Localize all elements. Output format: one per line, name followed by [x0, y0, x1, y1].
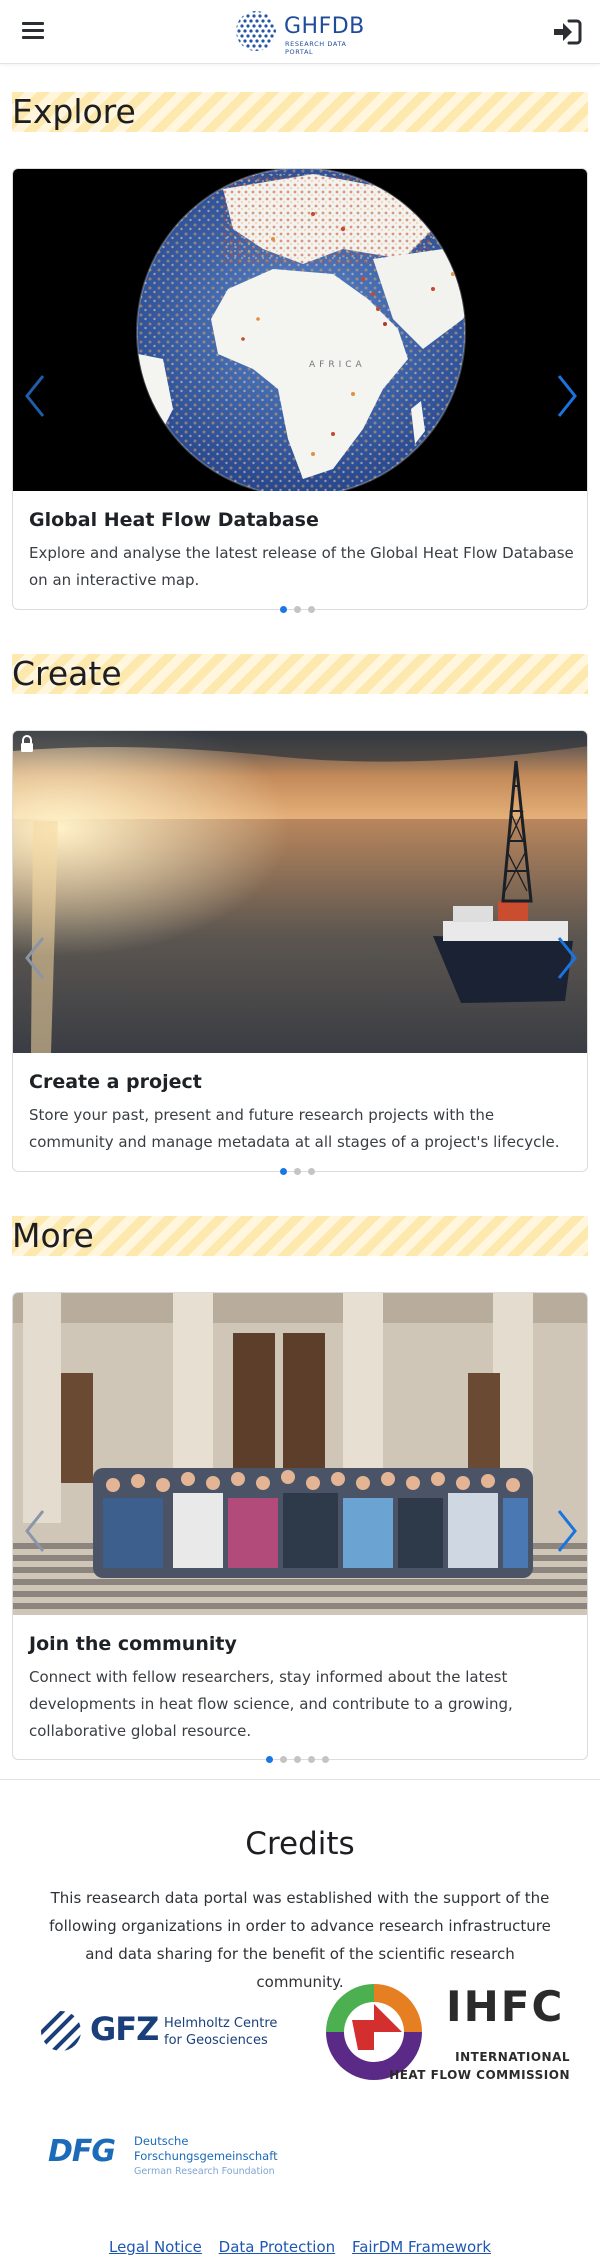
ihfc-line1: INTERNATIONAL — [455, 2050, 570, 2064]
carousel-dot[interactable] — [280, 606, 287, 613]
carousel-next-icon[interactable] — [555, 934, 579, 982]
gfz-line1: Helmholtz Centre — [164, 2016, 278, 2031]
section-heading-create: Create — [12, 654, 588, 694]
footer-links: Legal Notice Data Protection FairDM Fram… — [0, 2238, 600, 2256]
carousel-prev-icon[interactable] — [23, 1507, 47, 1555]
card-text: Store your past, present and future rese… — [29, 1106, 560, 1151]
carousel-prev-icon[interactable] — [23, 934, 47, 982]
dfg-line2: Forschungsgemeinschaft — [134, 2149, 278, 2163]
community-card[interactable]: Join the community Connect with fellow r… — [12, 1292, 588, 1760]
dfg-mark: DFG — [48, 2134, 116, 2169]
gfz-emblem-icon — [41, 2011, 81, 2051]
map-label-africa: AFRICA — [309, 360, 366, 370]
footer-link-data-protection[interactable]: Data Protection — [219, 2238, 335, 2256]
card-text: Explore and analyse the latest release o… — [29, 544, 574, 589]
section-heading-explore: Explore — [12, 92, 588, 132]
carousel-dot[interactable] — [266, 1756, 273, 1763]
dfg-line3: German Research Foundation — [134, 2166, 275, 2177]
carousel-indicators — [280, 1168, 320, 1176]
heading-stripes — [12, 1216, 588, 1256]
dfg-line1: Deutsche — [134, 2134, 189, 2148]
community-group-photo[interactable] — [13, 1293, 587, 1615]
section-title: Create — [12, 654, 122, 693]
top-navbar: GHFDB RESEARCH DATA PORTAL — [0, 0, 600, 64]
section-title: Explore — [12, 92, 136, 131]
section-title: More — [12, 1216, 94, 1255]
carousel-dot[interactable] — [294, 1756, 301, 1763]
group-photo-scene — [13, 1293, 587, 1615]
card-title[interactable]: Create a project — [29, 1071, 202, 1093]
carousel-dot[interactable] — [280, 1168, 287, 1175]
gfz-logo[interactable]: GFZ Helmholtz Centre for Geosciences — [40, 2008, 280, 2054]
carousel-next-icon[interactable] — [555, 372, 579, 420]
footer-link-legal-notice[interactable]: Legal Notice — [109, 2238, 202, 2256]
carousel-indicators — [266, 1756, 334, 1764]
card-title[interactable]: Join the community — [29, 1633, 237, 1655]
globe-map-image[interactable]: AFRICA — [13, 169, 587, 491]
credits-title: Credits — [245, 1826, 355, 1862]
carousel-prev-icon[interactable] — [23, 372, 47, 420]
gfz-line2: for Geosciences — [164, 2033, 268, 2048]
carousel-dot[interactable] — [294, 1168, 301, 1175]
logo-subtext: RESEARCH DATA PORTAL — [285, 40, 347, 56]
ocean-sunset-scene — [13, 731, 587, 1053]
logo-text: GHFDB — [284, 14, 365, 39]
ihfc-line2: HEAT FLOW COMMISSION — [389, 2068, 570, 2082]
section-heading-more: More — [12, 1216, 588, 1256]
card-text: Connect with fellow researchers, stay in… — [29, 1668, 513, 1740]
footer-link-fairdm-framework[interactable]: FairDM Framework — [352, 2238, 491, 2256]
carousel-indicators — [280, 606, 320, 614]
drilling-ship-image[interactable] — [13, 731, 587, 1053]
login-icon[interactable] — [552, 18, 582, 46]
ihfc-logo[interactable]: IHFC INTERNATIONAL HEAT FLOW COMMISSION — [322, 1980, 572, 2086]
carousel-dot[interactable] — [294, 606, 301, 613]
lock-icon — [21, 735, 33, 752]
globe-dots-icon — [236, 11, 276, 51]
menu-icon[interactable] — [22, 20, 46, 40]
explore-card[interactable]: AFRICA Global Heat Flow Database Explore… — [12, 168, 588, 610]
carousel-dot[interactable] — [322, 1756, 329, 1763]
section-divider — [0, 1779, 600, 1780]
globe-map: AFRICA — [136, 169, 466, 491]
dfg-logo[interactable]: DFG Deutsche Forschungsgemeinschaft Germ… — [48, 2134, 288, 2184]
gfz-mark: GFZ — [90, 2010, 159, 2048]
carousel-dot[interactable] — [280, 1756, 287, 1763]
site-logo[interactable]: GHFDB RESEARCH DATA PORTAL — [232, 8, 372, 56]
ihfc-mark: IHFC — [446, 1982, 565, 2031]
carousel-next-icon[interactable] — [555, 1507, 579, 1555]
create-card[interactable]: Create a project Store your past, presen… — [12, 730, 588, 1172]
carousel-dot[interactable] — [308, 1756, 315, 1763]
card-title[interactable]: Global Heat Flow Database — [29, 509, 319, 531]
carousel-dot[interactable] — [308, 606, 315, 613]
carousel-dot[interactable] — [308, 1168, 315, 1175]
